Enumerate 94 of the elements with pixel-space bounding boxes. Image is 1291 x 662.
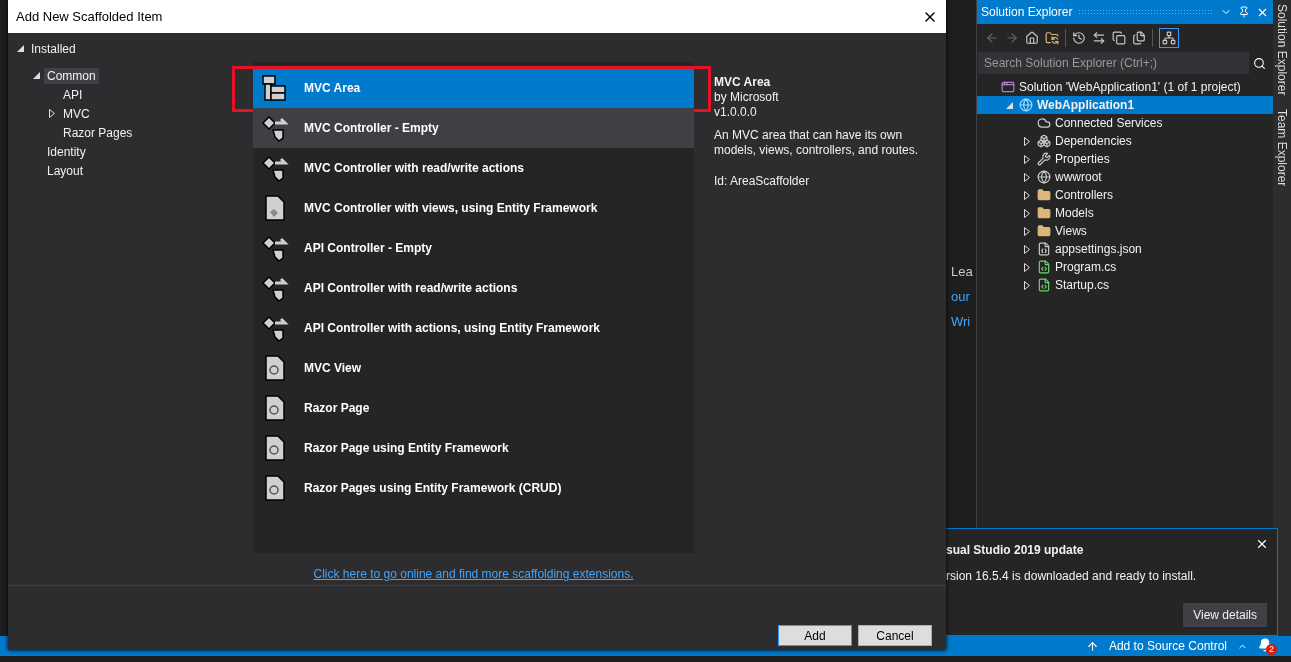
template-item[interactable]: Razor Page using Entity Framework bbox=[253, 428, 694, 468]
collapse-icon[interactable] bbox=[1112, 31, 1126, 45]
tree-item[interactable]: WebApplication1 bbox=[977, 96, 1273, 114]
category-item[interactable]: Razor Pages bbox=[60, 124, 136, 141]
tree-toggle-button[interactable] bbox=[1159, 28, 1179, 48]
tree-item[interactable]: Solution 'WebApplication1' (1 of 1 project) bbox=[977, 78, 1273, 96]
tree-item[interactable]: Dependencies bbox=[977, 132, 1273, 150]
notification-title: sual Studio 2019 update bbox=[946, 543, 1085, 557]
solution-icon bbox=[1001, 80, 1015, 94]
view-details-button[interactable]: View details bbox=[1183, 603, 1267, 627]
window-title: Add New Scaffolded Item bbox=[16, 9, 163, 24]
tree-item[interactable]: Models bbox=[977, 204, 1273, 222]
version-text: v1.0.0.0 bbox=[714, 105, 758, 120]
back-icon[interactable] bbox=[985, 31, 999, 45]
home-icon[interactable] bbox=[1025, 31, 1039, 45]
pin-icon[interactable] bbox=[1238, 6, 1250, 18]
expanded-arrow-icon[interactable] bbox=[16, 45, 24, 52]
publisher-text: by Microsoft bbox=[714, 90, 780, 105]
template-item[interactable]: API Controller - Empty bbox=[253, 228, 694, 268]
template-item[interactable]: MVC View bbox=[253, 348, 694, 388]
collapsed-arrow-icon[interactable] bbox=[1024, 154, 1030, 164]
category-item[interactable]: Identity bbox=[44, 143, 89, 160]
editor-text: Lea bbox=[951, 264, 973, 279]
wrench-icon bbox=[1037, 152, 1051, 166]
template-item[interactable]: MVC Area bbox=[253, 68, 694, 108]
template-title: MVC Area bbox=[714, 75, 772, 90]
collapsed-arrow-icon[interactable] bbox=[1024, 280, 1030, 290]
panel-title: Solution Explorer bbox=[981, 5, 1073, 19]
side-tab[interactable]: Team Explorer bbox=[1275, 109, 1289, 187]
controller-icon bbox=[261, 234, 289, 262]
forward-icon[interactable] bbox=[1005, 31, 1019, 45]
cloud-icon bbox=[1037, 116, 1051, 130]
tree-item[interactable]: Controllers bbox=[977, 186, 1273, 204]
template-item[interactable]: MVC Controller - Empty bbox=[253, 108, 694, 148]
collapsed-arrow-icon[interactable] bbox=[1024, 208, 1030, 218]
tree-item[interactable]: Startup.cs bbox=[977, 276, 1273, 294]
area-icon bbox=[261, 74, 289, 102]
notification-message: rsion 16.5.4 is downloaded and ready to install. bbox=[946, 569, 1198, 583]
collapsed-arrow-icon[interactable] bbox=[1024, 226, 1030, 236]
collapsed-arrow-icon[interactable] bbox=[1024, 244, 1030, 254]
dependencies-icon bbox=[1037, 134, 1051, 148]
link[interactable]: Wri bbox=[951, 314, 971, 329]
tree-item[interactable]: Program.cs bbox=[977, 258, 1273, 276]
template-item[interactable]: MVC Controller with read/write actions bbox=[253, 148, 694, 188]
up-arrow-icon[interactable] bbox=[1085, 639, 1099, 653]
add-button[interactable]: Add bbox=[778, 625, 852, 646]
source-control-button[interactable]: Add to Source Control bbox=[1108, 639, 1227, 653]
collapsed-arrow-icon[interactable] bbox=[1024, 262, 1030, 272]
tree-item[interactable]: Connected Services bbox=[977, 114, 1273, 132]
code-file-icon bbox=[1037, 260, 1051, 274]
globe-icon bbox=[1037, 170, 1051, 184]
sync-icon[interactable] bbox=[1045, 31, 1059, 45]
folder-icon bbox=[1037, 188, 1051, 202]
controller-icon bbox=[261, 154, 289, 182]
collapsed-arrow-icon[interactable] bbox=[1024, 172, 1030, 182]
category-item[interactable]: Common bbox=[44, 67, 99, 84]
notification-badge: 2 bbox=[1266, 643, 1277, 655]
controller-icon bbox=[261, 314, 289, 342]
history-icon[interactable] bbox=[1072, 31, 1086, 45]
tree-item[interactable]: appsettings.json bbox=[977, 240, 1273, 258]
link[interactable]: our bbox=[951, 289, 970, 304]
tree-item[interactable]: wwwroot bbox=[977, 168, 1273, 186]
controller-icon bbox=[261, 114, 289, 142]
close-icon[interactable] bbox=[1255, 537, 1269, 551]
template-item[interactable]: Razor Page bbox=[253, 388, 694, 428]
category-item[interactable]: API bbox=[60, 86, 86, 103]
id-text: Id: AreaScaffolder bbox=[714, 174, 811, 189]
project-icon bbox=[1019, 98, 1033, 112]
description-text: An MVC area that can have its own models, views, controllers, and routes. bbox=[714, 128, 920, 158]
side-tab[interactable]: Solution Explorer bbox=[1275, 4, 1289, 96]
json-file-icon bbox=[1037, 242, 1051, 256]
search-icon[interactable] bbox=[1253, 56, 1266, 70]
expanded-arrow-icon[interactable] bbox=[32, 72, 40, 79]
category-item[interactable]: Installed bbox=[28, 40, 79, 57]
cancel-button[interactable]: Cancel bbox=[858, 625, 932, 646]
folder-icon bbox=[1037, 224, 1051, 238]
search-field[interactable]: Search Solution Explorer (Ctrl+;) bbox=[978, 52, 1249, 74]
template-item[interactable]: MVC Controller with views, using Entity Framework bbox=[253, 188, 694, 228]
collapsed-arrow-icon[interactable] bbox=[49, 109, 55, 118]
link[interactable]: Click here to go online and find more scaffolding extensions. bbox=[313, 567, 634, 581]
tree-item[interactable]: Properties bbox=[977, 150, 1273, 168]
category-item[interactable]: Layout bbox=[44, 162, 87, 179]
sync-arrows-icon[interactable] bbox=[1092, 31, 1106, 45]
template-item[interactable]: API Controller with read/write actions bbox=[253, 268, 694, 308]
code-file-icon bbox=[1037, 278, 1051, 292]
category-item[interactable]: MVC bbox=[60, 105, 93, 122]
files-icon[interactable] bbox=[1132, 31, 1146, 45]
controller-icon bbox=[261, 274, 289, 302]
folder-icon bbox=[1037, 206, 1051, 220]
template-item[interactable]: Razor Pages using Entity Framework (CRUD) bbox=[253, 468, 694, 508]
tree-item[interactable]: Views bbox=[977, 222, 1273, 240]
collapsed-arrow-icon[interactable] bbox=[1024, 190, 1030, 200]
collapsed-arrow-icon[interactable] bbox=[1024, 136, 1030, 146]
template-item[interactable]: API Controller with actions, using Entity Framework bbox=[253, 308, 694, 348]
